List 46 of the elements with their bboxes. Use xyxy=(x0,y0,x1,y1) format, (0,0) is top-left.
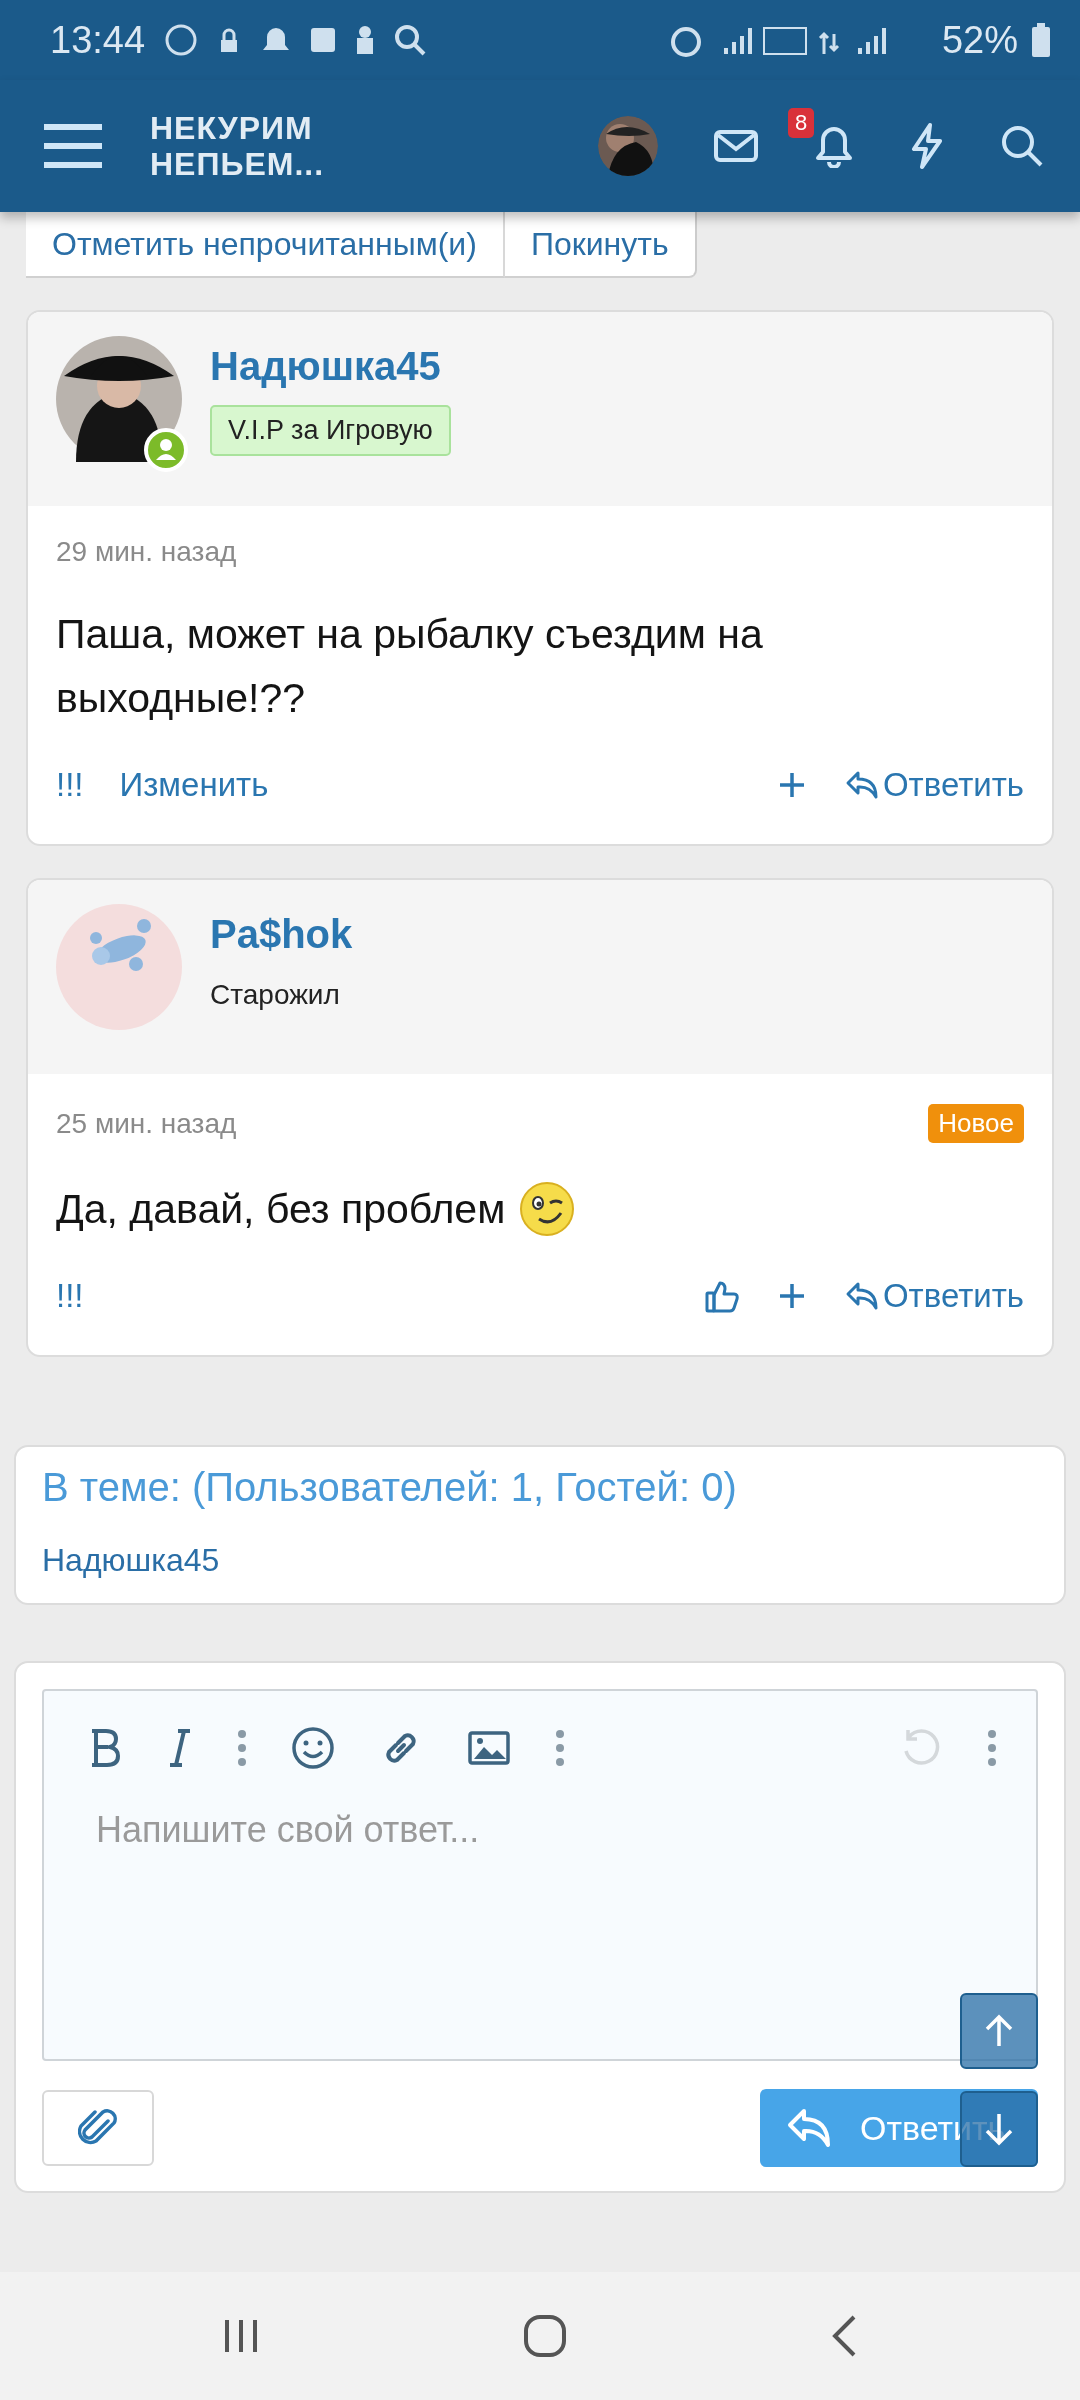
bell-icon[interactable] xyxy=(814,124,854,168)
report-link[interactable]: !!! xyxy=(56,1277,84,1315)
search-icon[interactable] xyxy=(1000,124,1044,168)
post-author-link[interactable]: Надюшка45 xyxy=(210,344,441,389)
more-icon[interactable] xyxy=(238,1730,246,1766)
reply-link[interactable]: Ответить xyxy=(844,766,1024,804)
reply-editor[interactable]: Напишите свой ответ... xyxy=(42,1689,1038,2061)
battery-level: 52% xyxy=(941,18,1018,62)
user-link[interactable]: Надюшка45 xyxy=(42,1542,220,1578)
post-time[interactable]: 25 мин. назад xyxy=(56,1107,237,1140)
image-icon[interactable] xyxy=(468,1731,510,1765)
notification-badge: 8 xyxy=(788,108,815,138)
report-link[interactable]: !!! xyxy=(56,766,84,804)
lightning-icon[interactable] xyxy=(910,123,944,169)
new-badge: Новое xyxy=(928,1104,1024,1143)
more-icon[interactable] xyxy=(988,1730,996,1766)
online-users-title: В теме: (Пользователей: 1, Гостей: 0) xyxy=(42,1465,738,1510)
reply-icon xyxy=(844,1281,879,1311)
thumbs-up-icon[interactable] xyxy=(704,1279,739,1313)
arrow-up-icon xyxy=(984,2014,1014,2048)
post-text: Да, давай, без проблем xyxy=(56,1185,506,1234)
reply-icon xyxy=(844,770,879,800)
scroll-up-button[interactable] xyxy=(960,1993,1038,2069)
reply-input[interactable]: Напишите свой ответ... xyxy=(44,1769,1036,2059)
thread-action-button[interactable]: Покинуть xyxy=(504,212,697,278)
post-text: Паша, может на рыбалку съездим на выходные!?? xyxy=(56,610,764,723)
battery-icon xyxy=(1032,23,1050,57)
edit-link[interactable]: Изменить xyxy=(119,766,269,804)
plus-icon[interactable] xyxy=(778,1283,805,1309)
user-title-badge: V.I.P за Игровую xyxy=(210,405,451,456)
mail-icon[interactable] xyxy=(714,130,758,162)
more-icon[interactable] xyxy=(556,1730,564,1766)
menu-icon[interactable] xyxy=(44,123,102,169)
reply-link[interactable]: Ответить xyxy=(844,1277,1024,1315)
site-logo-text[interactable]: НЕПЬЕМ... xyxy=(150,146,325,182)
plus-icon[interactable] xyxy=(778,772,805,798)
italic-icon[interactable] xyxy=(168,1728,192,1768)
smiley-icon[interactable] xyxy=(292,1727,334,1769)
post-time[interactable]: 29 мин. назад xyxy=(56,536,237,568)
user-title: Старожил xyxy=(210,978,340,1011)
thread-action-button[interactable]: Отметить непрочитанным(и) xyxy=(26,212,505,278)
post-author-link[interactable]: Pa$hok xyxy=(210,912,353,957)
home-icon[interactable] xyxy=(523,2314,567,2358)
status-time: 13:44 xyxy=(50,18,146,62)
site-logo-text[interactable]: НЕКУРИМ xyxy=(150,110,325,146)
attach-button[interactable] xyxy=(42,2090,154,2166)
